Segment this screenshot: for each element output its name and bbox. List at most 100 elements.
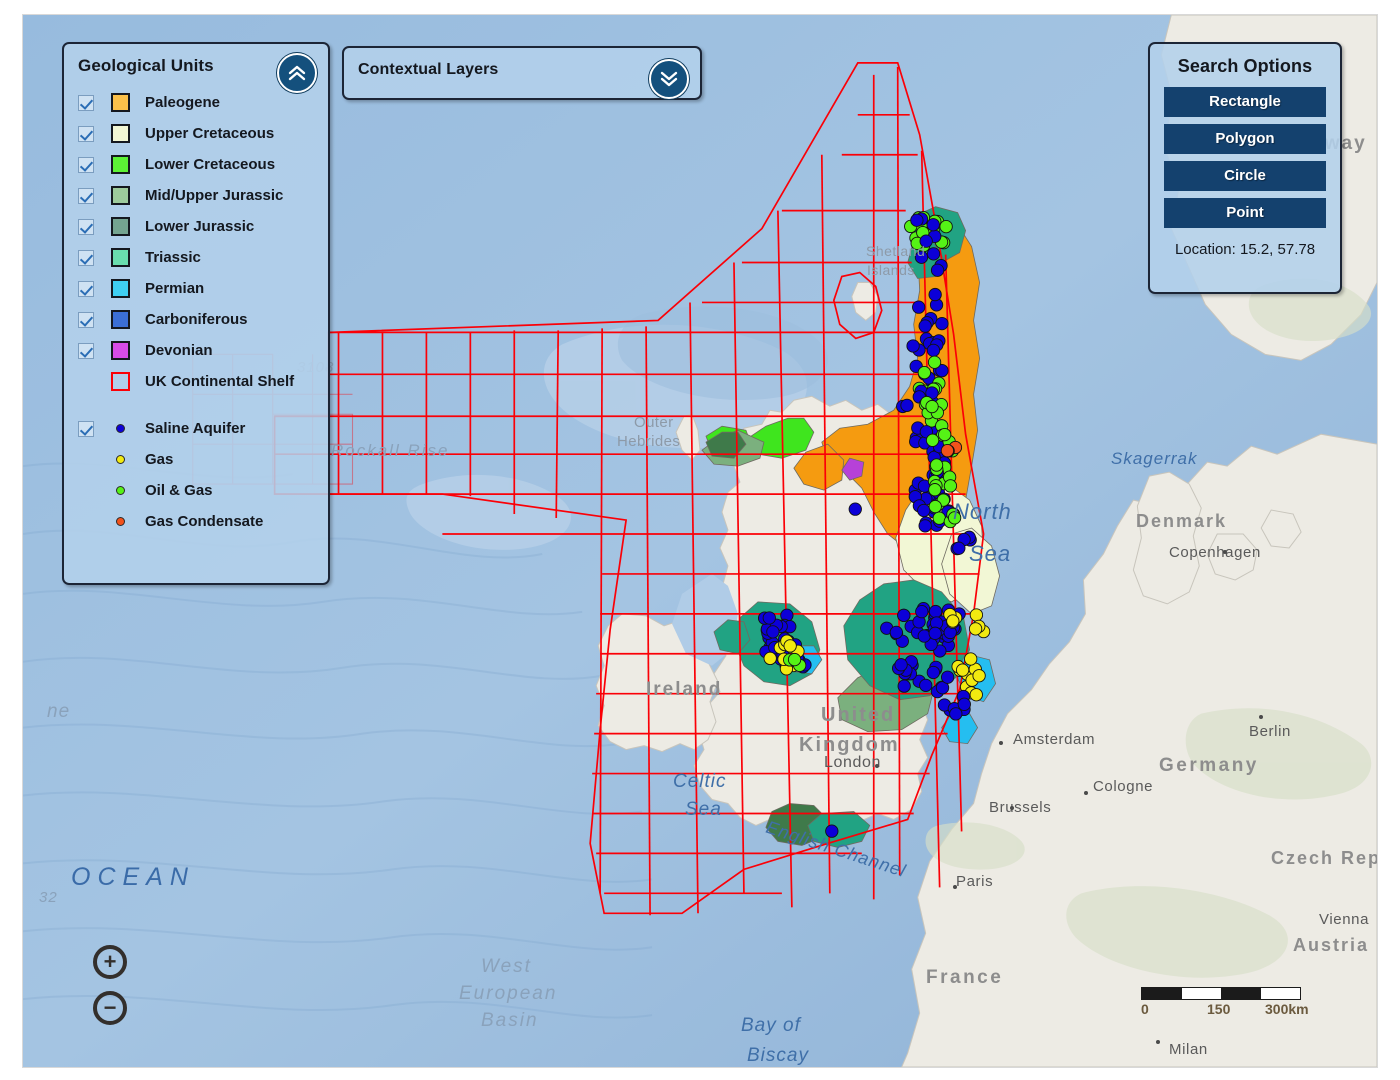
map-data-point[interactable] bbox=[970, 609, 982, 621]
map-data-point[interactable] bbox=[947, 615, 959, 627]
legend-checkbox-devonian[interactable] bbox=[78, 343, 94, 359]
map-data-point[interactable] bbox=[929, 484, 941, 496]
legend-row-permian[interactable]: Permian bbox=[64, 273, 328, 304]
map-data-point[interactable] bbox=[920, 679, 932, 691]
geological-units-panel: Geological Units PaleogeneUpper Cretaceo… bbox=[62, 42, 330, 585]
map-data-point[interactable] bbox=[764, 652, 776, 664]
map-data-point[interactable] bbox=[933, 512, 945, 524]
map-data-point[interactable] bbox=[927, 248, 939, 260]
legend-row-devonian[interactable]: Devonian bbox=[64, 335, 328, 366]
map-data-point[interactable] bbox=[929, 288, 941, 300]
map-data-point[interactable] bbox=[763, 612, 775, 624]
zoom-in-button[interactable]: + bbox=[93, 945, 127, 979]
search-rectangle-button[interactable]: Rectangle bbox=[1164, 87, 1326, 117]
legend-row-lower-jurassic[interactable]: Lower Jurassic bbox=[64, 211, 328, 242]
map-data-point[interactable] bbox=[916, 605, 928, 617]
map-data-point[interactable] bbox=[926, 400, 938, 412]
map-data-point[interactable] bbox=[920, 235, 932, 247]
map-data-point[interactable] bbox=[956, 664, 968, 676]
map-data-point[interactable] bbox=[927, 344, 939, 356]
map-data-point[interactable] bbox=[929, 627, 941, 639]
contextual-layers-panel[interactable]: Contextual Layers bbox=[342, 46, 702, 100]
map-data-point[interactable] bbox=[948, 512, 960, 524]
legend-label: Lower Cretaceous bbox=[145, 156, 275, 173]
search-point-button[interactable]: Point bbox=[1164, 198, 1326, 228]
zoom-out-button[interactable]: − bbox=[93, 991, 127, 1025]
legend-row-uk-continental-shelf[interactable]: UK Continental Shelf bbox=[64, 366, 328, 397]
map-data-point[interactable] bbox=[965, 653, 977, 665]
map-data-point[interactable] bbox=[938, 428, 950, 440]
map-data-point[interactable] bbox=[901, 399, 913, 411]
map-data-point[interactable] bbox=[898, 609, 910, 621]
map-data-point[interactable] bbox=[912, 301, 924, 313]
map-data-point[interactable] bbox=[890, 626, 902, 638]
map-data-point[interactable] bbox=[941, 671, 953, 683]
double-chevron-up-icon[interactable] bbox=[277, 53, 317, 93]
map-data-point[interactable] bbox=[929, 605, 941, 617]
legend-checkbox-upper-cretaceous[interactable] bbox=[78, 126, 94, 142]
legend-row-gas-condensate[interactable]: Gas Condensate bbox=[64, 506, 328, 537]
legend-row-oil-gas[interactable]: Oil & Gas bbox=[64, 475, 328, 506]
double-chevron-down-icon[interactable] bbox=[649, 59, 689, 99]
map-data-point[interactable] bbox=[930, 459, 942, 471]
map-data-point[interactable] bbox=[940, 220, 952, 232]
map-data-point[interactable] bbox=[826, 825, 838, 837]
map-data-point[interactable] bbox=[788, 653, 800, 665]
map-data-point[interactable] bbox=[929, 500, 941, 512]
legend-row-triassic[interactable]: Triassic bbox=[64, 242, 328, 273]
legend-label: Devonian bbox=[145, 342, 213, 359]
legend-checkbox-mid-upper-jurassic[interactable] bbox=[78, 188, 94, 204]
map-data-point[interactable] bbox=[849, 503, 861, 515]
search-options-title: Search Options bbox=[1150, 44, 1340, 77]
map-data-point[interactable] bbox=[928, 356, 940, 368]
legend-checkbox-triassic[interactable] bbox=[78, 250, 94, 266]
legend-checkbox-permian[interactable] bbox=[78, 281, 94, 297]
map-data-point[interactable] bbox=[911, 214, 923, 226]
map-data-point[interactable] bbox=[898, 680, 910, 692]
map-data-point[interactable] bbox=[944, 480, 956, 492]
legend-row-saline-aquifer[interactable]: Saline Aquifer bbox=[64, 413, 328, 444]
legend-row-lower-cretaceous[interactable]: Lower Cretaceous bbox=[64, 149, 328, 180]
legend-swatch-triassic bbox=[111, 248, 130, 267]
map-data-point[interactable] bbox=[958, 698, 970, 710]
map-data-point[interactable] bbox=[973, 670, 985, 682]
map-data-point[interactable] bbox=[767, 626, 779, 638]
legend-row-mid-upper-jurassic[interactable]: Mid/Upper Jurassic bbox=[64, 180, 328, 211]
map-data-point[interactable] bbox=[927, 666, 939, 678]
legend-checkbox-saline-aquifer[interactable] bbox=[78, 421, 94, 437]
map-data-point[interactable] bbox=[969, 623, 981, 635]
map-data-point[interactable] bbox=[919, 520, 931, 532]
map-data-point[interactable] bbox=[784, 640, 796, 652]
map-data-point[interactable] bbox=[907, 340, 919, 352]
legend-checkbox-lower-cretaceous[interactable] bbox=[78, 157, 94, 173]
legend-checkbox-carboniferous[interactable] bbox=[78, 312, 94, 328]
legend-checkbox-lower-jurassic[interactable] bbox=[78, 219, 94, 235]
legend-label: Upper Cretaceous bbox=[145, 125, 274, 142]
map-data-point[interactable] bbox=[950, 708, 962, 720]
map-data-point[interactable] bbox=[926, 434, 938, 446]
legend-point-dot bbox=[116, 517, 125, 526]
map-data-point[interactable] bbox=[919, 320, 931, 332]
legend-row-upper-cretaceous[interactable]: Upper Cretaceous bbox=[64, 118, 328, 149]
map-application: ShetlandIslandsNorwayNorthSeaSkagerrakDe… bbox=[0, 0, 1400, 1080]
map-data-point[interactable] bbox=[936, 317, 948, 329]
map-data-point[interactable] bbox=[970, 689, 982, 701]
map-data-point[interactable] bbox=[953, 542, 965, 554]
scale-bar-labels: 0 150 300km bbox=[1141, 1001, 1315, 1019]
map-data-point[interactable] bbox=[941, 444, 953, 456]
map-data-point[interactable] bbox=[918, 366, 930, 378]
map-data-point[interactable] bbox=[915, 251, 927, 263]
legend-row-carboniferous[interactable]: Carboniferous bbox=[64, 304, 328, 335]
legend-row-paleogene[interactable]: Paleogene bbox=[64, 87, 328, 118]
legend-label: Triassic bbox=[145, 249, 201, 266]
search-polygon-button[interactable]: Polygon bbox=[1164, 124, 1326, 154]
legend-row-gas[interactable]: Gas bbox=[64, 444, 328, 475]
legend-label: Gas bbox=[145, 451, 173, 468]
search-circle-button[interactable]: Circle bbox=[1164, 161, 1326, 191]
legend-point-dot bbox=[116, 455, 125, 464]
map-data-point[interactable] bbox=[918, 504, 930, 516]
map-data-point[interactable] bbox=[895, 659, 907, 671]
legend-checkbox-paleogene[interactable] bbox=[78, 95, 94, 111]
map-data-point[interactable] bbox=[931, 264, 943, 276]
map-data-point[interactable] bbox=[927, 219, 939, 231]
